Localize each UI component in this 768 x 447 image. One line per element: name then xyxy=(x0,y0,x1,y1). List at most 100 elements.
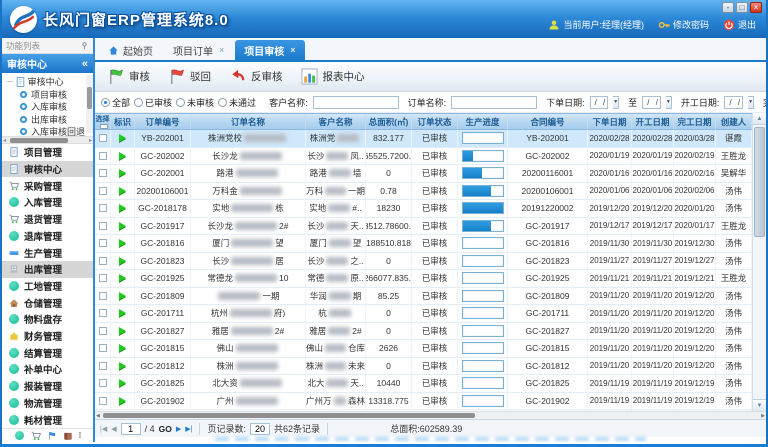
book-icon[interactable] xyxy=(63,431,72,440)
order-date-end-dropdown-icon[interactable]: ▼ xyxy=(666,96,672,109)
order-name-input[interactable] xyxy=(451,96,537,109)
sidebar-item-1[interactable]: 审核中心 xyxy=(2,161,93,178)
row-checkbox[interactable] xyxy=(99,169,107,177)
column-header-2[interactable]: 订单编号 xyxy=(135,114,191,129)
row-checkbox[interactable] xyxy=(99,239,107,247)
filter-radio-2[interactable]: 未审核 xyxy=(176,96,214,109)
column-header-8[interactable]: 合同编号 xyxy=(508,114,588,129)
row-checkbox[interactable] xyxy=(99,309,107,317)
collapse-icon[interactable]: « xyxy=(82,58,88,70)
tree-item-1[interactable]: 入库审核 xyxy=(7,101,85,114)
tree-horizontal-scrollbar[interactable]: ◂ ▸ xyxy=(2,136,93,144)
select-all-checkbox[interactable] xyxy=(100,124,108,129)
sidebar-item-6[interactable]: 生产管理 xyxy=(2,244,93,261)
sidebar-item-0[interactable]: 项目管理 xyxy=(2,144,93,161)
column-header-3[interactable]: 订单名称 xyxy=(191,114,306,129)
table-row[interactable]: GC-202002长沙龙长沙凤..65525.7200..已审核GC-20200… xyxy=(95,148,752,166)
logout-button[interactable]: 退出 xyxy=(723,18,756,31)
table-row[interactable]: GC-201902广州广州万森林13318.775已审核GC-201902201… xyxy=(95,393,752,411)
column-header-7[interactable]: 生产进度 xyxy=(458,114,508,129)
table-row[interactable]: GC-201917长沙龙2#长沙天..8512.78600..已审核GC-201… xyxy=(95,218,752,236)
tab-1[interactable]: 项目订单× xyxy=(164,40,233,60)
row-checkbox[interactable] xyxy=(99,292,107,300)
sidebar-item-2[interactable]: 采购管理 xyxy=(2,177,93,194)
sidebar-item-15[interactable]: 物流管理 xyxy=(2,395,93,412)
radio-icon[interactable] xyxy=(101,98,110,107)
page-size-input[interactable] xyxy=(250,423,270,435)
tab-close-icon[interactable]: × xyxy=(290,45,295,55)
toolbar-button-1[interactable]: 驳回 xyxy=(164,65,221,88)
tab-2[interactable]: 项目审核× xyxy=(235,40,304,60)
sidebar-item-7[interactable]: 出库管理 xyxy=(2,261,93,278)
first-page-icon[interactable]: |◀ xyxy=(100,425,107,433)
table-row[interactable]: GC-201812株洲株洲未来0已审核GC-2018122019/11/2020… xyxy=(95,358,752,376)
hscroll-thumb[interactable] xyxy=(103,413,475,418)
go-button[interactable]: GO xyxy=(159,424,172,434)
order-date-dropdown-icon[interactable]: ▼ xyxy=(613,96,619,109)
toolbar-button-3[interactable]: 报表中心 xyxy=(297,65,375,88)
row-checkbox[interactable] xyxy=(99,379,107,387)
pin-icon[interactable] xyxy=(80,41,89,50)
tab-0[interactable]: 起始页 xyxy=(99,40,162,60)
tree-vertical-scrollbar[interactable] xyxy=(86,75,93,133)
column-header-6[interactable]: 订单状态 xyxy=(412,114,458,129)
scroll-up-icon[interactable]: ▲ xyxy=(753,113,766,125)
table-row[interactable]: GC-201816厦门望厦门望188510.818已审核GC-201816201… xyxy=(95,235,752,253)
column-header-12[interactable]: 创建人 xyxy=(716,114,752,129)
radio-icon[interactable] xyxy=(218,98,227,107)
maximize-button[interactable]: □ xyxy=(736,2,748,13)
customer-name-input[interactable] xyxy=(313,96,399,109)
table-row[interactable]: GC-201815佛山佛山仓库2626已审核GC-2018152019/11/2… xyxy=(95,340,752,358)
sidebar-item-3[interactable]: 入库管理 xyxy=(2,194,93,211)
order-date-end-input[interactable]: / / xyxy=(642,96,661,109)
row-checkbox[interactable] xyxy=(99,204,107,212)
tree-hscroll-thumb[interactable] xyxy=(10,138,68,143)
module-dot-icon[interactable] xyxy=(15,431,24,440)
column-header-10[interactable]: 开工日期 xyxy=(632,114,674,129)
order-date-input[interactable]: / / xyxy=(590,96,609,109)
radio-icon[interactable] xyxy=(134,98,143,107)
page-number-input[interactable] xyxy=(121,423,141,435)
column-header-5[interactable]: 总面积(㎡) xyxy=(366,114,412,129)
sidebar-item-10[interactable]: 物料盘存 xyxy=(2,311,93,328)
sidebar-item-9[interactable]: 仓储管理 xyxy=(2,294,93,311)
column-header-1[interactable]: 标识 xyxy=(111,114,135,129)
row-checkbox[interactable] xyxy=(99,344,107,352)
column-header-4[interactable]: 客户名称 xyxy=(306,114,366,129)
row-checkbox[interactable] xyxy=(99,187,107,195)
tab-close-icon[interactable]: × xyxy=(219,45,224,55)
tree-item-3[interactable]: 入库审核回退 xyxy=(7,126,85,137)
tree-item-2[interactable]: 出库审核 xyxy=(7,113,85,126)
table-row[interactable]: GC-201827雅居2#雅居2#0已审核GC-2018272019/11/20… xyxy=(95,323,752,341)
column-header-11[interactable]: 完工日期 xyxy=(674,114,716,129)
table-row[interactable]: GC-201925常德龙10常德原..266077.835..已审核GC-201… xyxy=(95,270,752,288)
sidebar-item-11[interactable]: 财务管理 xyxy=(2,328,93,345)
next-page-icon[interactable]: ▶ xyxy=(176,425,181,433)
row-checkbox[interactable] xyxy=(99,274,107,282)
sidebar-item-5[interactable]: 退库管理 xyxy=(2,228,93,245)
blue-flag-icon[interactable] xyxy=(47,431,56,440)
column-header-9[interactable]: 下单日期 xyxy=(588,114,632,129)
table-row[interactable]: GC-201823长沙居长沙之..0已审核GC-2018232019/11/27… xyxy=(95,253,752,271)
table-row[interactable]: GC-201711杭州府)杭0已审核GC-2017112019/11/20201… xyxy=(95,305,752,323)
table-row[interactable]: GC-201825北大资北大天..10440已审核GC-2018252019/1… xyxy=(95,375,752,393)
table-row[interactable]: GC-2018178实地栋实地#..18230已审核20191220002201… xyxy=(95,200,752,218)
column-header-0[interactable]: 选择 xyxy=(95,114,111,129)
sidebar-item-16[interactable]: 耗材管理 xyxy=(2,411,93,428)
row-checkbox[interactable] xyxy=(99,134,107,142)
tree-root-node[interactable]: ─ 审核中心 xyxy=(7,75,85,88)
sidebar-item-14[interactable]: 报装管理 xyxy=(2,378,93,395)
scroll-down-icon[interactable]: ▼ xyxy=(753,399,766,411)
sidebar-item-4[interactable]: 退货管理 xyxy=(2,211,93,228)
row-checkbox[interactable] xyxy=(99,257,107,265)
row-checkbox[interactable] xyxy=(99,152,107,160)
radio-icon[interactable] xyxy=(176,98,185,107)
start-date-dropdown-icon[interactable]: ▼ xyxy=(748,96,754,109)
prev-page-icon[interactable]: ◀ xyxy=(111,425,116,433)
table-row[interactable]: GC-202001路港路港墙0已审核202001160012020/01/162… xyxy=(95,165,752,183)
row-checkbox[interactable] xyxy=(99,397,107,405)
toolbar-button-0[interactable]: 审核 xyxy=(103,65,160,88)
filter-radio-1[interactable]: 已审核 xyxy=(134,96,172,109)
minimize-button[interactable]: - xyxy=(722,2,734,13)
table-row[interactable]: GC-201809一期华润期85.25已审核GC-2018092019/11/2… xyxy=(95,288,752,306)
